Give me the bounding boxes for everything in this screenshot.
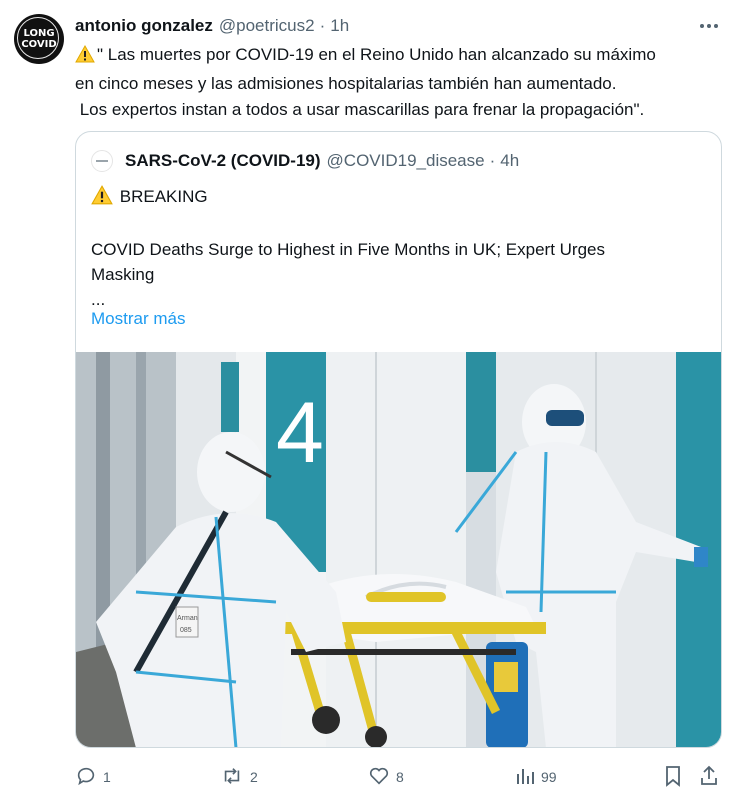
tweet-text: " Las muertes por COVID-19 en el Reino U… [75,42,725,123]
reply-count: 1 [103,769,111,785]
tweet-time[interactable]: 1h [330,16,349,36]
avatar-text-bottom: COVID [21,39,57,50]
views-icon [515,766,541,789]
tweet-line-2: en cinco meses y las admisiones hospital… [75,74,617,93]
avatar-text-top: LONG [23,28,55,39]
views-count: 99 [541,769,557,785]
breaking-line: BREAKING [91,184,701,212]
tweet-line-1: " Las muertes por COVID-19 en el Reino U… [75,42,725,71]
like-button[interactable]: 8 [368,762,404,792]
bookmark-icon [663,765,689,790]
heart-icon [368,765,396,790]
tweet-header: antonio gonzalez @poetricus2 · 1h [75,14,349,38]
tweet-line-3: Los expertos instan a todos a usar masca… [75,100,645,119]
warning-icon [91,185,113,212]
bookmark-button[interactable] [663,762,689,792]
tweet-photo[interactable]: 4 Arman 085 [76,352,721,747]
photo-scene: 4 Arman 085 [76,352,721,747]
quoted-handle[interactable]: @COVID19_disease [327,151,485,171]
quoted-time: 4h [500,151,520,170]
reply-button[interactable]: 1 [75,762,111,792]
name-tag-label: Arman [177,615,198,622]
action-bar: 1 2 8 99 [75,762,725,792]
quoted-separator: · [489,151,496,170]
reply-icon [75,765,103,790]
like-count: 8 [396,769,404,785]
quoted-header: SARS-CoV-2 (COVID-19) @COVID19_disease ·… [91,150,519,172]
show-more-link[interactable]: Mostrar más [91,309,185,329]
quoted-body: BREAKING COVID Deaths Surge to Highest i… [91,184,701,312]
name-tag-number: 085 [180,627,192,634]
share-button[interactable] [699,762,725,792]
headline-line-2: Masking [91,265,155,284]
views-button[interactable]: 99 [515,762,557,792]
retweet-button[interactable]: 2 [220,762,258,792]
more-options-icon[interactable] [696,14,722,38]
retweet-icon [220,765,250,790]
warning-icon [75,44,95,71]
retweet-count: 2 [250,769,258,785]
separator-dot: · [319,16,326,35]
author-handle[interactable]: @poetricus2 [219,16,315,36]
share-icon [699,765,725,790]
headline-line-1: COVID Deaths Surge to Highest in Five Mo… [91,240,605,259]
sign-number: 4 [276,385,324,481]
quoted-name[interactable]: SARS-CoV-2 (COVID-19) [125,151,321,171]
quoted-avatar [91,150,113,172]
author-avatar[interactable]: LONG COVID [14,14,64,64]
quoted-tweet[interactable]: SARS-CoV-2 (COVID-19) @COVID19_disease ·… [75,131,722,748]
author-name[interactable]: antonio gonzalez [75,16,213,36]
